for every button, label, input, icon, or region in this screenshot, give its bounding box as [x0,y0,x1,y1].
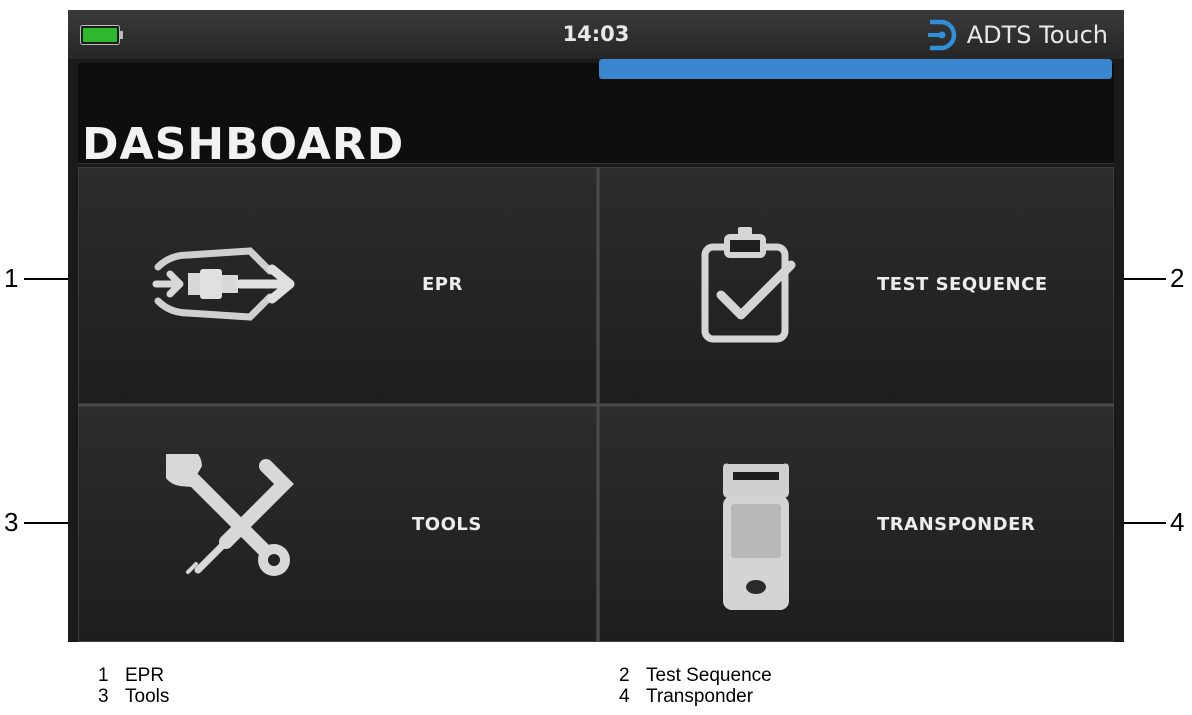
callout-line-3 [24,522,68,524]
callout-number-1: 1 [4,263,19,293]
druck-logo-icon [927,19,956,51]
epr-icon [152,247,295,321]
legend-label: Transponder [646,686,754,707]
brand-name: ADTS Touch [966,21,1108,49]
legend-label: Test Sequence [646,665,772,686]
device-screen: 14:03 ADTS Touch DASHBOARD EPR TEST SEQU… [68,10,1124,642]
legend-item-tools: 3 Tools [98,686,169,708]
callout-line-4 [1124,522,1166,524]
tile-label-test-sequence: TEST SEQUENCE [877,274,1048,295]
tile-label-tools: TOOLS [412,514,482,535]
tile-label-transponder: TRANSPONDER [877,514,1036,535]
callout-line-1 [24,278,68,280]
legend-number: 4 [619,686,630,707]
page-title: DASHBOARD [82,119,405,170]
status-bar: 14:03 ADTS Touch [68,10,1124,59]
legend-item-epr: 1 EPR [98,665,164,687]
legend-number: 1 [98,665,109,686]
callout-number-2: 2 [1170,263,1185,293]
tile-tools[interactable]: TOOLS [78,406,597,642]
progress-bar [599,59,1112,79]
legend-number: 3 [98,686,109,707]
legend-label: Tools [125,686,170,707]
clipboard-check-icon [701,227,796,343]
legend-item-test-sequence: 2 Test Sequence [619,665,772,687]
progress-bar-fill [599,59,1112,79]
dashboard-grid: EPR TEST SEQUENCE TOOLS TRANSPONDER [78,167,1114,642]
transponder-device-icon [723,463,789,610]
callout-line-2 [1124,278,1166,280]
wrench-screwdriver-icon [166,454,294,576]
legend-label: EPR [125,665,165,686]
tile-test-sequence[interactable]: TEST SEQUENCE [599,167,1114,404]
tile-epr[interactable]: EPR [78,167,597,404]
tile-label-epr: EPR [422,274,463,295]
callout-number-3: 3 [4,507,19,537]
callout-number-4: 4 [1170,507,1185,537]
tile-transponder[interactable]: TRANSPONDER [599,406,1114,642]
brand: ADTS Touch [925,18,1108,52]
legend-number: 2 [619,665,630,686]
legend-item-transponder: 4 Transponder [619,686,753,708]
